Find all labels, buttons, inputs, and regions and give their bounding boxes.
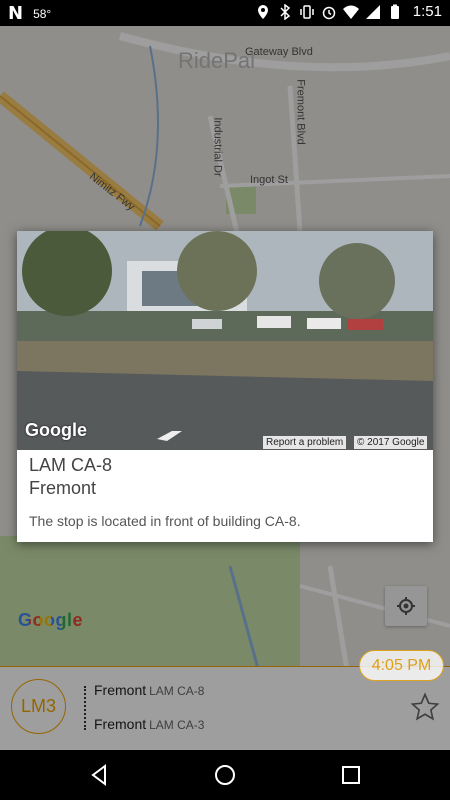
alarm-icon [322,6,336,19]
back-icon[interactable] [86,762,112,788]
vibrate-icon [300,4,314,19]
stop-city: Fremont [29,478,97,498]
status-bar: N 58° 1:51 [0,0,450,26]
street-view-google-logo: Google [25,420,87,440]
location-icon [257,4,268,19]
temperature: 58° [33,6,52,21]
stop-description: The stop is located in front of building… [29,513,301,529]
street-view-image [17,231,433,450]
report-problem-link[interactable]: Report a problem [263,436,347,449]
wifi-icon [342,5,359,19]
navigation-bar [0,750,450,800]
stop-title: LAM CA-8 [29,455,113,475]
clock: 1:51 [412,3,442,20]
signal-icon [365,4,380,19]
notification-icon: N [8,3,24,24]
street-view-photo[interactable]: Google Report a problem © 2017 Google [17,231,433,450]
bluetooth-icon [280,3,290,20]
departure-time: 4:05 PM [359,650,444,681]
recents-icon[interactable] [338,762,364,788]
stop-info-card[interactable]: Google Report a problem © 2017 Google LA… [17,231,433,542]
copyright-notice: © 2017 Google [354,436,428,449]
battery-icon [390,4,399,19]
home-icon[interactable] [212,762,238,788]
